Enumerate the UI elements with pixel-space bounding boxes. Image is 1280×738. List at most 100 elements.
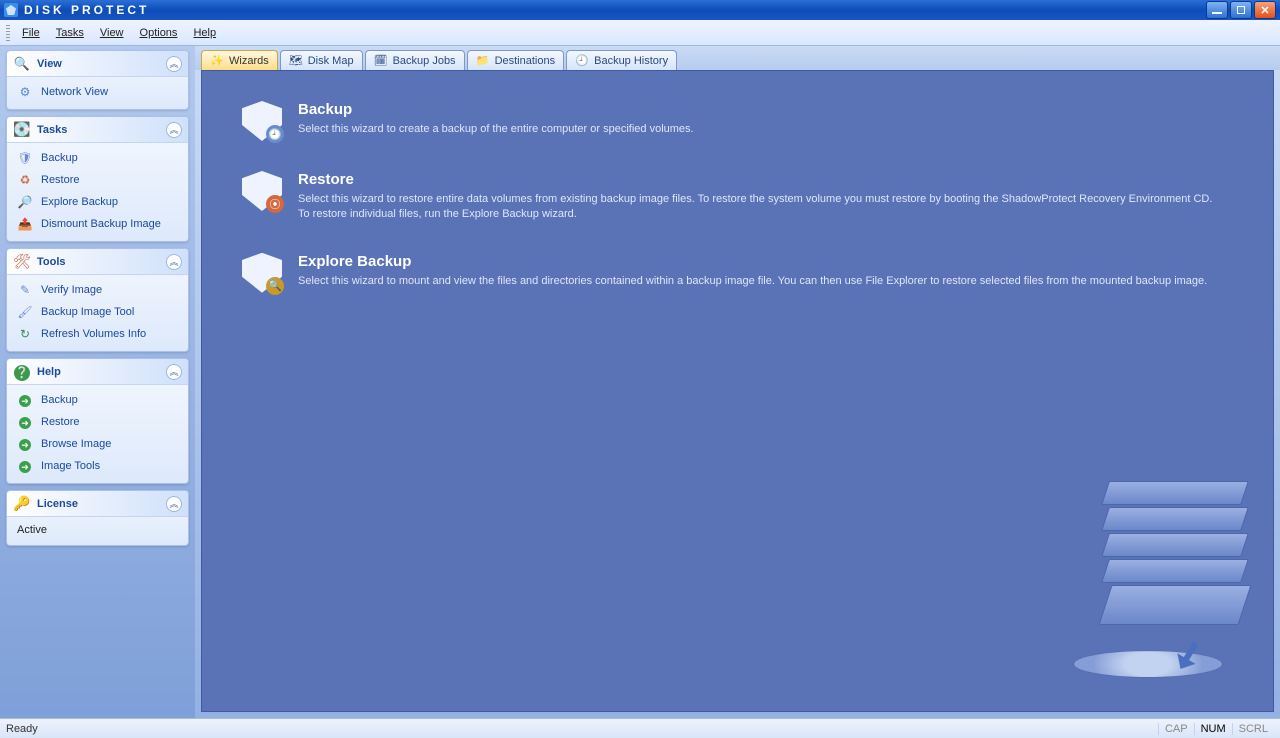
panel-tools: Tools ︽ Verify Image Backup Image Tool R…: [6, 248, 189, 352]
panel-tools-header[interactable]: Tools ︽: [7, 249, 188, 275]
sidebar-item-refresh-volumes[interactable]: Refresh Volumes Info: [11, 323, 184, 345]
decorative-backup-graphic: [1053, 481, 1263, 701]
wizard-explore-backup[interactable]: 🔍 Explore Backup Select this wizard to m…: [242, 253, 1233, 293]
go-icon: [17, 392, 33, 408]
collapse-icon[interactable]: ︽: [166, 254, 182, 270]
destinations-icon: [476, 54, 490, 68]
minimize-button[interactable]: [1206, 1, 1228, 19]
tools-icon: [13, 253, 31, 271]
tab-wizards[interactable]: Wizards: [201, 50, 278, 70]
go-icon: [17, 458, 33, 474]
sidebar-item-verify-image[interactable]: Verify Image: [11, 279, 184, 301]
sidebar-item-label: Refresh Volumes Info: [41, 328, 146, 340]
menu-options[interactable]: Options: [132, 25, 186, 41]
sidebar-item-label: Restore: [41, 174, 80, 186]
wizard-backup[interactable]: 🕘 Backup Select this wizard to create a …: [242, 101, 1233, 141]
panel-license-header[interactable]: License ︽: [7, 491, 188, 517]
status-ready: Ready: [6, 723, 38, 735]
collapse-icon[interactable]: ︽: [166, 56, 182, 72]
sidebar-item-dismount[interactable]: Dismount Backup Image: [11, 213, 184, 235]
sidebar-item-label: Backup: [41, 152, 78, 164]
menu-grip: [6, 25, 10, 41]
magnifier-icon: [13, 55, 31, 73]
maximize-button[interactable]: [1230, 1, 1252, 19]
explore-icon: [17, 194, 33, 210]
history-icon: [575, 54, 589, 68]
sidebar-item-backup[interactable]: Backup: [11, 147, 184, 169]
tab-label: Backup History: [594, 55, 668, 67]
sidebar-item-label: Verify Image: [41, 284, 102, 296]
menu-bar: File Tasks View Options Help: [0, 20, 1280, 46]
panel-view: View ︽ Network View: [6, 50, 189, 110]
collapse-icon[interactable]: ︽: [166, 364, 182, 380]
sidebar-item-restore[interactable]: Restore: [11, 169, 184, 191]
sidebar-item-label: Restore: [41, 416, 80, 428]
status-bar: Ready CAP NUM SCRL: [0, 718, 1280, 738]
wizard-desc: Select this wizard to mount and view the…: [298, 274, 1207, 289]
wand-icon: [210, 54, 224, 68]
content-area: Wizards Disk Map Backup Jobs Destination…: [195, 46, 1280, 718]
help-icon: [13, 363, 31, 381]
tab-disk-map[interactable]: Disk Map: [280, 50, 363, 70]
go-icon: [17, 436, 33, 452]
refresh-icon: [17, 326, 33, 342]
menu-tasks[interactable]: Tasks: [48, 25, 92, 41]
wizard-title: Explore Backup: [298, 253, 1207, 270]
key-icon: [13, 495, 31, 513]
shield-magnifier-icon: 🔍: [242, 253, 282, 293]
tab-strip: Wizards Disk Map Backup Jobs Destination…: [195, 46, 1280, 70]
sidebar-item-label: Network View: [41, 86, 108, 98]
sidebar-item-network-view[interactable]: Network View: [11, 81, 184, 103]
network-icon: [17, 84, 33, 100]
panel-tasks-header[interactable]: Tasks ︽: [7, 117, 188, 143]
sidebar-item-help-restore[interactable]: Restore: [11, 411, 184, 433]
panel-help-header[interactable]: Help ︽: [7, 359, 188, 385]
title-bar: DISK PROTECT ✕: [0, 0, 1280, 20]
app-icon: [4, 3, 18, 17]
status-cap: CAP: [1158, 723, 1194, 735]
tab-destinations[interactable]: Destinations: [467, 50, 565, 70]
tab-backup-history[interactable]: Backup History: [566, 50, 677, 70]
sidebar-item-backup-image-tool[interactable]: Backup Image Tool: [11, 301, 184, 323]
sidebar-item-label: Backup: [41, 394, 78, 406]
panel-view-title: View: [37, 58, 62, 70]
panel-view-header[interactable]: View ︽: [7, 51, 188, 77]
sidebar-item-explore-backup[interactable]: Explore Backup: [11, 191, 184, 213]
collapse-icon[interactable]: ︽: [166, 122, 182, 138]
panel-help: Help ︽ Backup Restore Browse Image Image…: [6, 358, 189, 484]
collapse-icon[interactable]: ︽: [166, 496, 182, 512]
status-scrl: SCRL: [1232, 723, 1274, 735]
sidebar-item-help-browse-image[interactable]: Browse Image: [11, 433, 184, 455]
panel-tasks: Tasks ︽ Backup Restore Explore Backup Di…: [6, 116, 189, 242]
menu-help[interactable]: Help: [185, 25, 224, 41]
go-icon: [17, 414, 33, 430]
close-button[interactable]: ✕: [1254, 1, 1276, 19]
shield-clock-icon: 🕘: [242, 101, 282, 141]
sidebar-item-help-backup[interactable]: Backup: [11, 389, 184, 411]
wizard-desc: Select this wizard to create a backup of…: [298, 122, 694, 137]
sidebar-item-label: Image Tools: [41, 460, 100, 472]
shield-lifebuoy-icon: ⦿: [242, 171, 282, 211]
panel-license-title: License: [37, 498, 78, 510]
menu-view[interactable]: View: [92, 25, 132, 41]
wizard-canvas: 🕘 Backup Select this wizard to create a …: [201, 70, 1274, 712]
wizard-restore[interactable]: ⦿ Restore Select this wizard to restore …: [242, 171, 1233, 223]
sidebar: View ︽ Network View Tasks ︽ Backup Resto…: [0, 46, 195, 718]
restore-icon: [17, 172, 33, 188]
shield-icon: [17, 150, 33, 166]
tab-label: Wizards: [229, 55, 269, 67]
wizard-title: Restore: [298, 171, 1218, 188]
tab-label: Destinations: [495, 55, 556, 67]
map-icon: [289, 54, 303, 68]
panel-tools-title: Tools: [37, 256, 66, 268]
tab-backup-jobs[interactable]: Backup Jobs: [365, 50, 465, 70]
wizard-desc: Select this wizard to restore entire dat…: [298, 192, 1218, 223]
panel-license: License ︽ Active: [6, 490, 189, 546]
image-tool-icon: [17, 304, 33, 320]
verify-icon: [17, 282, 33, 298]
app-title: DISK PROTECT: [24, 3, 149, 17]
wizard-title: Backup: [298, 101, 694, 118]
menu-file[interactable]: File: [14, 25, 48, 41]
sidebar-item-help-image-tools[interactable]: Image Tools: [11, 455, 184, 477]
sidebar-item-label: Browse Image: [41, 438, 111, 450]
